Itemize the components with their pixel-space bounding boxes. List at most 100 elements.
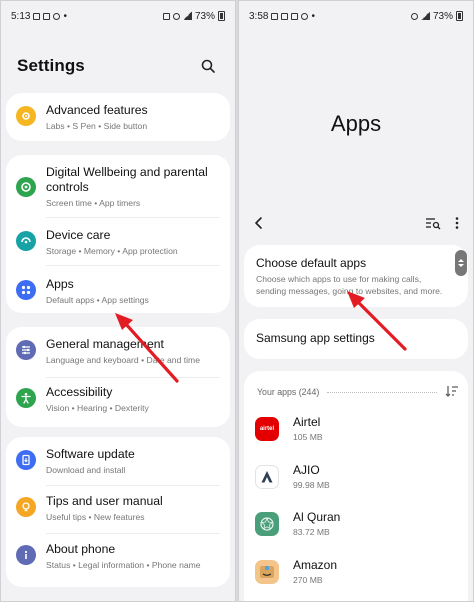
more-notifications-dot-icon: • — [311, 10, 315, 22]
settings-item-title: Digital Wellbeing and parental controls — [46, 165, 208, 194]
battery-percent: 73% — [432, 10, 453, 22]
page-title: Apps — [330, 111, 382, 136]
divider — [46, 485, 220, 486]
sort-button[interactable] — [445, 385, 459, 399]
apps-screen: 3:58 • 73% Apps Choose default apps Choo… — [238, 0, 474, 602]
back-arrow-icon — [255, 216, 262, 229]
amazon-icon — [255, 560, 279, 584]
airtel-icon: airtel — [255, 417, 279, 441]
divider — [46, 265, 220, 266]
device-card: Digital Wellbeing and parental controls … — [6, 155, 230, 313]
settings-item-advanced-features[interactable]: Advanced features Labs • S Pen • Side bu… — [6, 103, 230, 132]
settings-item-digital-wellbeing[interactable]: Digital Wellbeing and parental controls … — [6, 165, 230, 209]
settings-item-accessibility[interactable]: Accessibility Vision • Hearing • Dexteri… — [6, 385, 230, 414]
settings-item-subtitle: Useful tips • New features — [46, 512, 145, 522]
battery-percent: 73% — [194, 10, 215, 22]
settings-item-software-update[interactable]: Software update Download and install — [6, 447, 230, 476]
alarm-icon — [162, 12, 170, 20]
settings-item-tips[interactable]: Tips and user manual Useful tips • New f… — [6, 494, 230, 523]
scroll-down-icon — [458, 264, 464, 267]
advanced-card: Advanced features Labs • S Pen • Side bu… — [6, 93, 230, 141]
apps-grid-icon — [16, 280, 36, 300]
message-notification-icon — [281, 12, 289, 20]
app-size: 270 MB — [293, 575, 323, 585]
page-title: Settings — [17, 56, 85, 75]
accessibility-icon — [16, 388, 36, 408]
default-apps-card[interactable]: Choose default apps Choose which apps to… — [244, 245, 468, 307]
photo-notification-icon — [291, 12, 299, 20]
more-options-button[interactable] — [455, 216, 459, 235]
settings-item-title: Advanced features — [46, 103, 148, 117]
status-bar: 5:13 • 73% — [1, 1, 235, 31]
settings-item-about-phone[interactable]: About phone Status • Legal information •… — [6, 542, 230, 571]
settings-item-title: Accessibility — [46, 385, 113, 399]
search-icon — [201, 59, 215, 73]
divider — [46, 217, 220, 218]
app-size: 83.72 MB — [293, 527, 330, 537]
message-notification-icon — [43, 12, 51, 20]
divider — [46, 377, 220, 378]
settings-item-title: General management — [46, 337, 164, 351]
signal-icon — [420, 12, 430, 20]
search-button[interactable] — [197, 55, 219, 77]
settings-item-subtitle: Vision • Hearing • Dexterity — [46, 403, 149, 413]
app-row-amazon[interactable]: Amazon 270 MB — [255, 552, 461, 592]
update-icon — [16, 450, 36, 470]
instagram-notification-icon — [301, 12, 309, 20]
wellbeing-icon — [16, 177, 36, 197]
device-care-icon — [16, 231, 36, 251]
al-quran-icon — [255, 512, 279, 536]
gallery-notification-icon — [271, 12, 279, 20]
settings-item-subtitle: Language and keyboard • Date and time — [46, 355, 200, 365]
status-time: 3:58 — [249, 10, 269, 22]
settings-header: Settings — [1, 31, 235, 87]
battery-icon — [456, 11, 463, 21]
app-name: Amazon — [293, 558, 338, 572]
app-row-airtel[interactable]: airtel Airtel 105 MB — [255, 409, 461, 449]
bulb-icon — [16, 497, 36, 517]
settings-item-device-care[interactable]: Device care Storage • Memory • App prote… — [6, 228, 230, 257]
more-vertical-icon — [455, 216, 459, 229]
divider — [46, 533, 220, 534]
app-size: 99.98 MB — [293, 480, 330, 490]
gear-plus-icon — [16, 106, 36, 126]
apps-toolbar — [239, 213, 473, 237]
wifi-icon — [172, 12, 180, 20]
support-card: Software update Download and install Tip… — [6, 437, 230, 587]
app-row-ajio[interactable]: AJIO 99.98 MB — [255, 457, 461, 497]
back-button[interactable] — [253, 216, 265, 235]
app-name: AJIO — [293, 463, 320, 477]
sort-icon — [445, 386, 458, 397]
filter-search-button[interactable] — [425, 216, 441, 235]
settings-item-subtitle: Labs • S Pen • Side button — [46, 121, 148, 131]
apps-count-label: Your apps (244) — [257, 387, 320, 397]
management-card: General management Language and keyboard… — [6, 327, 230, 427]
settings-item-subtitle: Storage • Memory • App protection — [46, 246, 178, 256]
app-size: 105 MB — [293, 432, 323, 442]
signal-icon — [182, 12, 192, 20]
info-icon — [16, 545, 36, 565]
settings-item-general-management[interactable]: General management Language and keyboard… — [6, 337, 230, 366]
status-time: 5:13 — [11, 10, 31, 22]
apps-list-header: Your apps (244) — [257, 385, 459, 399]
settings-item-title: Apps — [46, 277, 74, 291]
ajio-icon — [255, 465, 279, 489]
settings-item-title: Device care — [46, 228, 111, 242]
settings-item-subtitle: Status • Legal information • Phone name — [46, 560, 201, 570]
app-name: Al Quran — [293, 510, 341, 524]
wifi-icon — [410, 12, 418, 20]
more-notifications-dot-icon: • — [63, 10, 67, 22]
app-row-al-quran[interactable]: Al Quran 83.72 MB — [255, 504, 461, 544]
settings-item-title: Tips and user manual — [46, 494, 163, 508]
sliders-icon — [16, 340, 36, 360]
samsung-app-settings-card[interactable]: Samsung app settings — [244, 319, 468, 359]
settings-item-subtitle: Screen time • App timers — [46, 198, 141, 208]
samsung-app-settings-title: Samsung app settings — [256, 331, 375, 345]
scrollbar-handle[interactable] — [455, 250, 467, 276]
dotted-divider — [327, 391, 437, 393]
app-name: Airtel — [293, 415, 321, 429]
battery-icon — [218, 11, 225, 21]
settings-item-title: About phone — [46, 542, 116, 556]
settings-item-apps[interactable]: Apps Default apps • App settings — [6, 277, 230, 306]
instagram-notification-icon — [53, 12, 61, 20]
